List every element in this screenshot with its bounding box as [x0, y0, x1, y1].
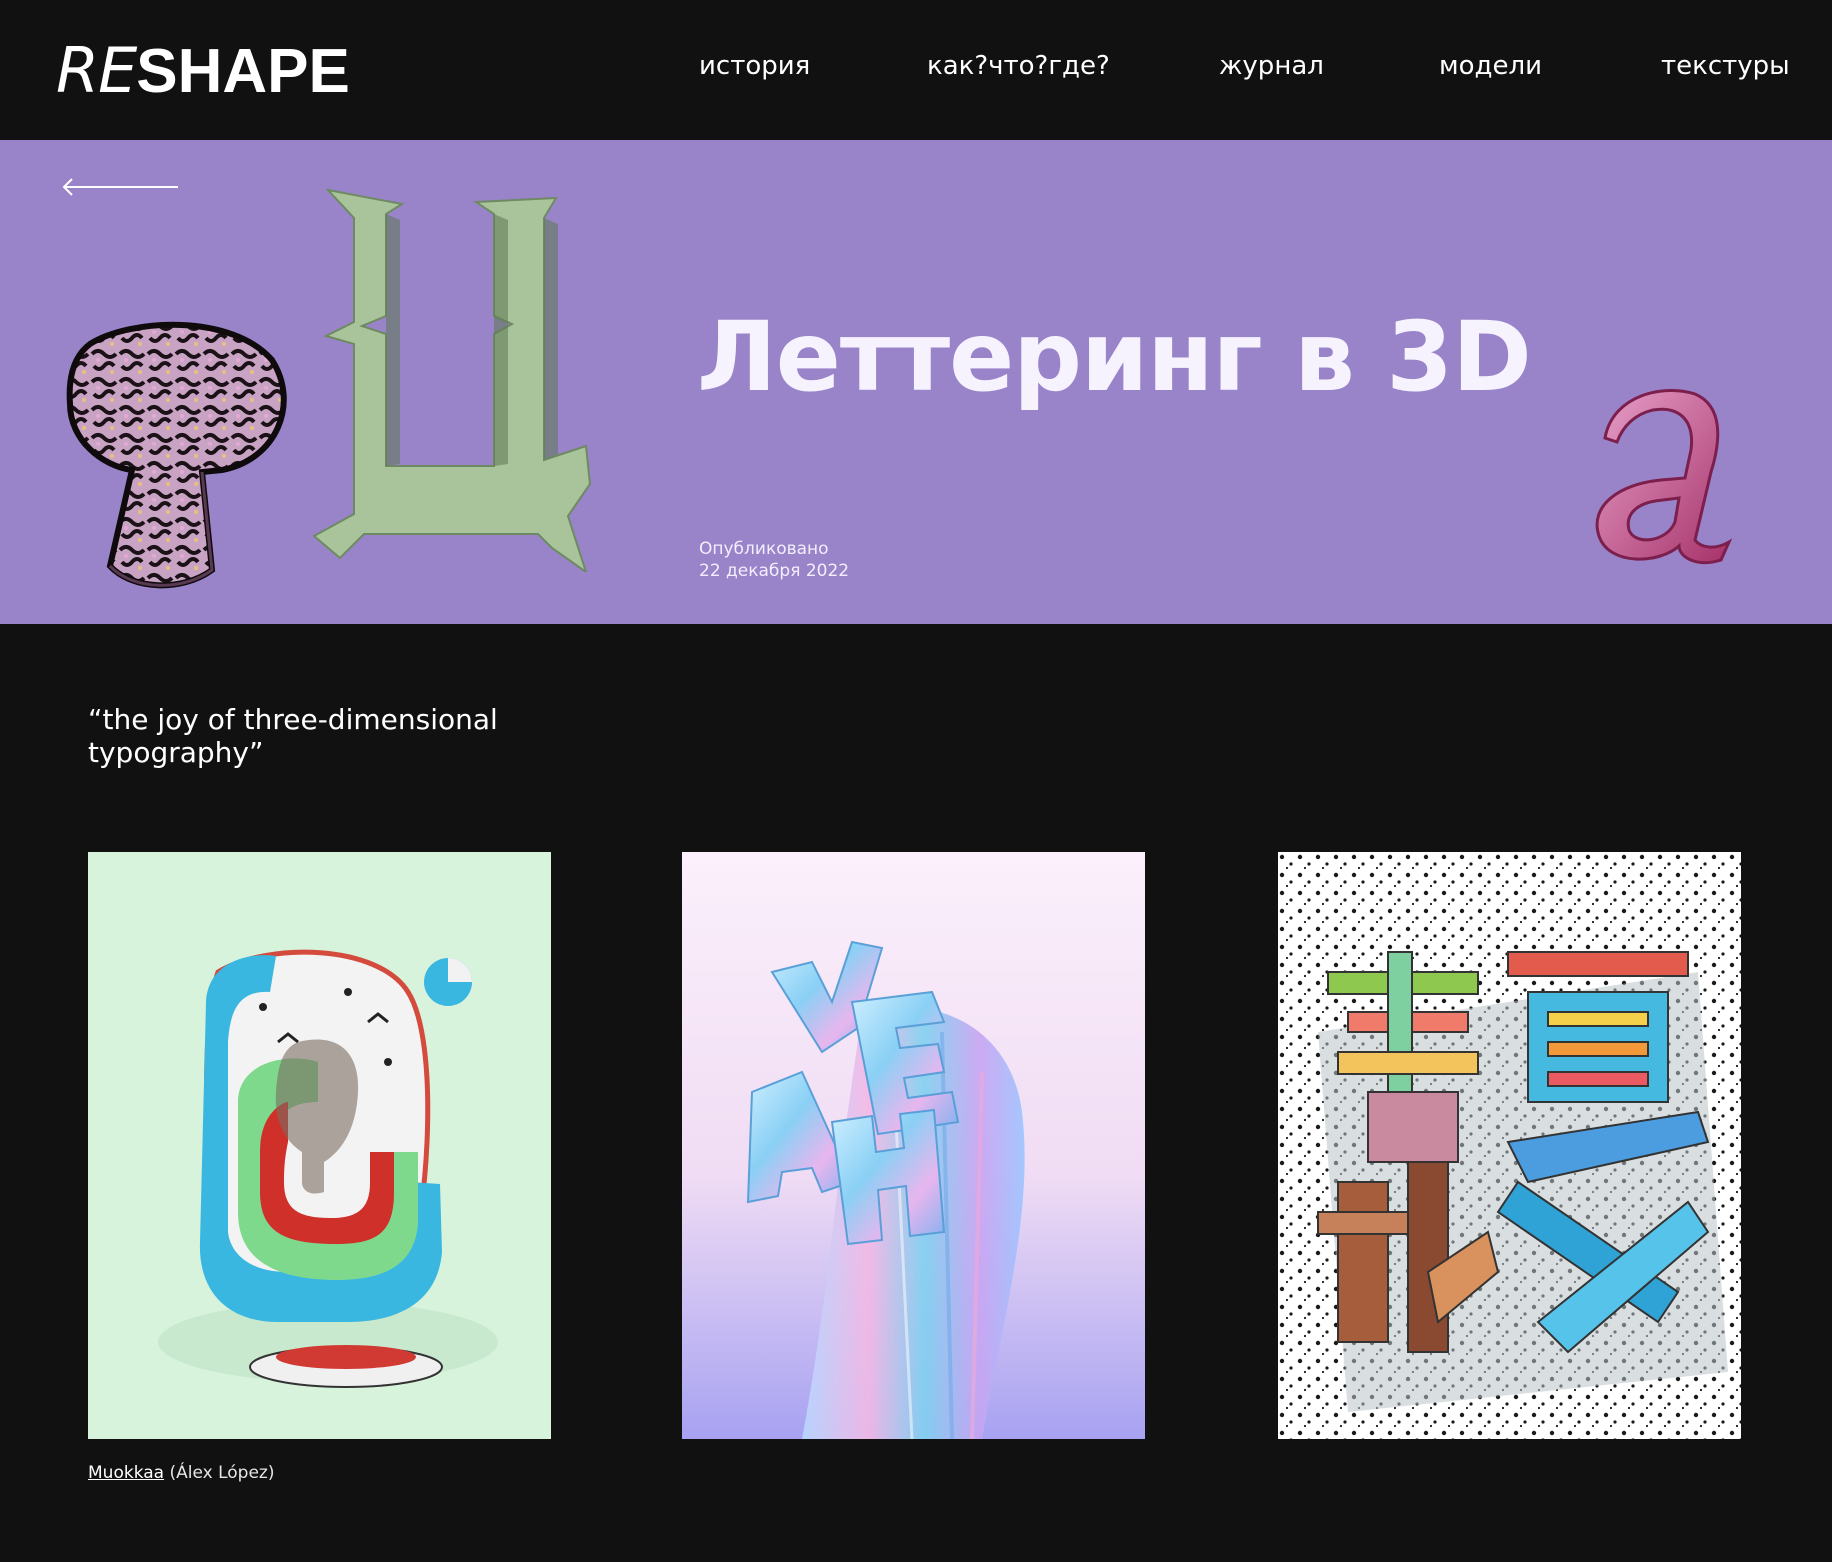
decor-letter-er-image	[66, 321, 287, 589]
published-label: Опубликовано	[699, 539, 829, 559]
glass-letters-artwork	[682, 852, 1145, 1439]
pull-quote: “the joy of three-dimensional typography…	[88, 703, 498, 769]
nav-item-how-what-where[interactable]: как?что?где?	[927, 46, 1110, 86]
nav-item-history[interactable]: история	[699, 46, 810, 86]
nav-item-textures[interactable]: текстуры	[1661, 46, 1790, 86]
author-link[interactable]: Muokkaa	[88, 1463, 164, 1483]
gallery-image-hanzi[interactable]	[1278, 852, 1741, 1439]
main-nav: история как?что?где? журнал модели текст…	[0, 46, 1832, 86]
decor-letter-tse-image	[312, 188, 592, 572]
hero-title: Леттеринг в 3D	[697, 301, 1532, 413]
letter-q-artwork	[88, 852, 551, 1439]
site-header: RESHAPE история как?что?где? журнал моде…	[0, 0, 1832, 140]
hanzi-artwork	[1278, 852, 1741, 1439]
published-info: Опубликовано 22 декабря 2022	[699, 538, 849, 582]
gallery-image-q[interactable]	[88, 852, 551, 1439]
author-name: (Álex López)	[169, 1463, 275, 1483]
nav-item-journal[interactable]: журнал	[1219, 46, 1324, 86]
gallery-image-glass-letters[interactable]	[682, 852, 1145, 1439]
back-arrow-icon[interactable]	[62, 176, 180, 198]
decor-letter-a-image	[1595, 388, 1733, 565]
published-date: 22 декабря 2022	[699, 561, 850, 581]
gallery-caption: Muokkaa (Álex López)	[88, 1462, 274, 1484]
hero-banner: Леттеринг в 3D Опубликовано 22 декабря 2…	[0, 140, 1832, 624]
nav-item-models[interactable]: модели	[1439, 46, 1542, 86]
